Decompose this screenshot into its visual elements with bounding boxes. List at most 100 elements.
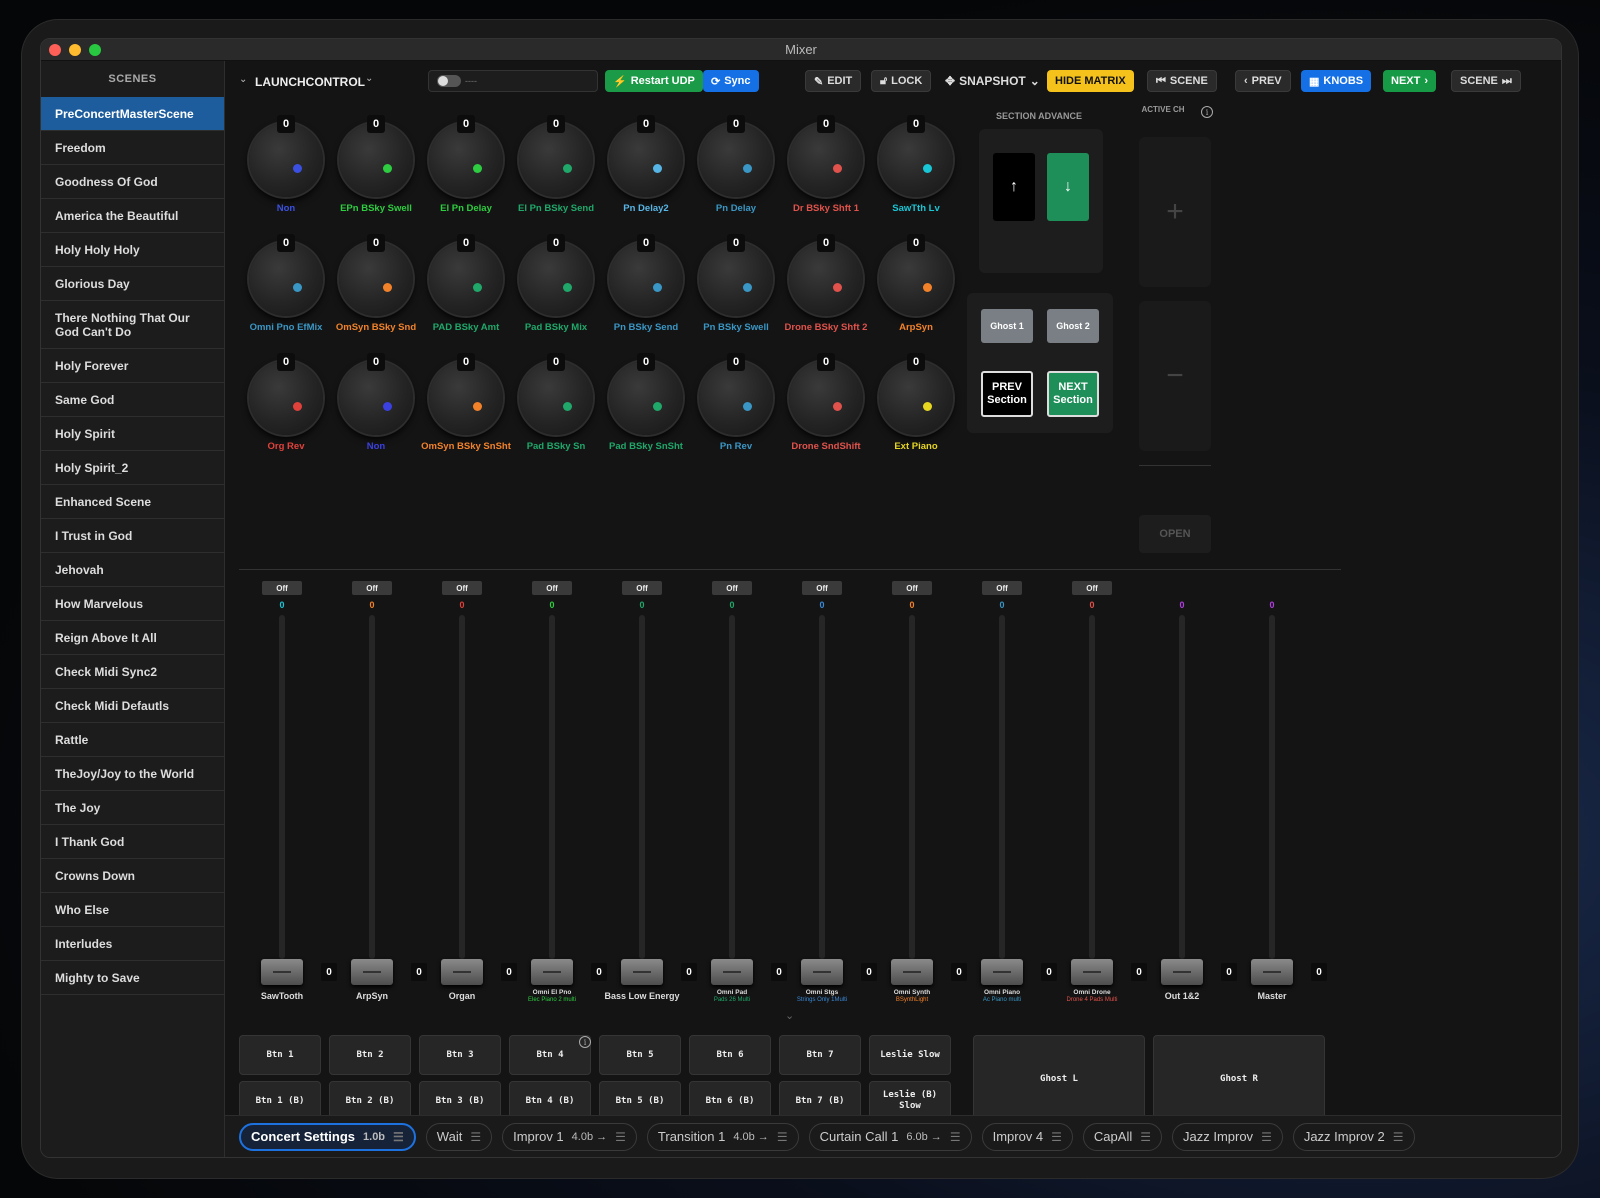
fader-thumb[interactable]	[1071, 959, 1113, 985]
controller-dropdown-icon[interactable]: ⌄	[365, 73, 373, 84]
knob[interactable]	[339, 242, 413, 316]
fader-track[interactable]	[909, 615, 915, 959]
fader-track[interactable]	[549, 615, 555, 959]
knob[interactable]	[519, 361, 593, 435]
fader-thumb[interactable]	[1251, 959, 1293, 985]
prev-button[interactable]: ‹ PREV	[1235, 70, 1291, 92]
fader-track[interactable]	[1089, 615, 1095, 959]
lock-button[interactable]: 🔓︎ LOCK	[871, 70, 932, 92]
scene-item[interactable]: PreConcertMasterScene	[41, 97, 224, 131]
knob[interactable]	[339, 123, 413, 197]
fader-track[interactable]	[729, 615, 735, 959]
mute-toggle-button[interactable]: Off	[262, 581, 302, 595]
pad-button[interactable]: Btn 7	[779, 1035, 861, 1075]
scene-item[interactable]: Same God	[41, 383, 224, 417]
fader-thumb[interactable]	[351, 959, 393, 985]
next-section-button[interactable]: NEXT Section	[1047, 371, 1099, 417]
scene-item[interactable]: I Trust in God	[41, 519, 224, 553]
drag-handle-icon[interactable]: ☰	[1261, 1130, 1272, 1144]
scene-item[interactable]: Holy Spirit	[41, 417, 224, 451]
close-window-button[interactable]	[49, 44, 61, 56]
knob[interactable]	[429, 123, 503, 197]
section-pill[interactable]: Wait ☰	[425, 1122, 493, 1151]
fader-track[interactable]	[459, 615, 465, 959]
section-up-button[interactable]: ↑	[993, 153, 1035, 221]
fader-thumb[interactable]	[711, 959, 753, 985]
scene-item[interactable]: The Joy	[41, 791, 224, 825]
scene-item[interactable]: How Marvelous	[41, 587, 224, 621]
zoom-window-button[interactable]	[89, 44, 101, 56]
ghost-2-button[interactable]: Ghost 2	[1047, 309, 1099, 343]
mute-toggle-button[interactable]: Off	[622, 581, 662, 595]
edit-button[interactable]: ✎ EDIT	[805, 70, 862, 92]
knob[interactable]	[789, 361, 863, 435]
fader-track[interactable]	[1179, 615, 1185, 959]
scene-item[interactable]: Holy Forever	[41, 349, 224, 383]
expand-chevron-icon[interactable]: ⌄	[785, 1009, 794, 1022]
knob[interactable]	[519, 242, 593, 316]
scene-item[interactable]: Mighty to Save	[41, 961, 224, 995]
fader-thumb[interactable]	[891, 959, 933, 985]
scene-item[interactable]: Interludes	[41, 927, 224, 961]
fader-track[interactable]	[1269, 615, 1275, 959]
knob[interactable]	[519, 123, 593, 197]
drag-handle-icon[interactable]: ☰	[470, 1130, 481, 1144]
mute-toggle-button[interactable]: Off	[442, 581, 482, 595]
section-pill[interactable]: Jazz Improv ☰	[1171, 1122, 1283, 1151]
mute-toggle-button[interactable]: Off	[892, 581, 932, 595]
knob[interactable]	[879, 242, 953, 316]
mute-toggle-button[interactable]: Off	[532, 581, 572, 595]
open-button[interactable]: OPEN	[1139, 515, 1211, 553]
next-button[interactable]: NEXT ›	[1383, 70, 1437, 92]
fader-track[interactable]	[639, 615, 645, 959]
knob[interactable]	[609, 123, 683, 197]
fader-thumb[interactable]	[261, 959, 303, 985]
fader-thumb[interactable]	[531, 959, 573, 985]
fader-thumb[interactable]	[621, 959, 663, 985]
knob[interactable]	[429, 361, 503, 435]
knob[interactable]	[249, 123, 323, 197]
section-down-button[interactable]: ↓	[1047, 153, 1089, 221]
info-icon[interactable]: i	[1201, 106, 1213, 118]
btn-4-info-icon[interactable]: i	[579, 1036, 591, 1048]
ghost-1-button[interactable]: Ghost 1	[981, 309, 1033, 343]
scene-item[interactable]: Enhanced Scene	[41, 485, 224, 519]
drag-handle-icon[interactable]: ☰	[1140, 1130, 1151, 1144]
fader-thumb[interactable]	[441, 959, 483, 985]
knob[interactable]	[249, 242, 323, 316]
scene-item[interactable]: TheJoy/Joy to the World	[41, 757, 224, 791]
scene-item[interactable]: There Nothing That Our God Can't Do	[41, 301, 224, 349]
scene-item[interactable]: Freedom	[41, 131, 224, 165]
section-pill[interactable]: Curtain Call 1 6.0b → ☰	[808, 1122, 972, 1151]
scene-item[interactable]: I Thank God	[41, 825, 224, 859]
chevron-down-icon[interactable]: ⌄	[239, 74, 247, 85]
hide-matrix-button[interactable]: HIDE MATRIX	[1047, 70, 1134, 92]
section-pill[interactable]: Improv 4 ☰	[981, 1122, 1073, 1151]
mute-toggle-button[interactable]: Off	[982, 581, 1022, 595]
fader-track[interactable]	[819, 615, 825, 959]
snapshot-button[interactable]: ✥ SNAPSHOT ⌄	[937, 70, 1048, 92]
pad-button[interactable]: Btn 5	[599, 1035, 681, 1075]
section-pill[interactable]: Transition 1 4.0b → ☰	[646, 1122, 799, 1151]
mute-toggle-button[interactable]: Off	[1072, 581, 1112, 595]
scene-item[interactable]: Reign Above It All	[41, 621, 224, 655]
knob[interactable]	[879, 361, 953, 435]
fader-track[interactable]	[369, 615, 375, 959]
pad-button[interactable]: Btn 2	[329, 1035, 411, 1075]
drag-handle-icon[interactable]: ☰	[1393, 1130, 1404, 1144]
section-pill[interactable]: Concert Settings 1.0b ☰	[239, 1122, 416, 1151]
knobs-button[interactable]: ▦ KNOBS	[1301, 70, 1372, 92]
knob[interactable]	[789, 242, 863, 316]
scene-item[interactable]: Who Else	[41, 893, 224, 927]
scene-item[interactable]: Glorious Day	[41, 267, 224, 301]
prev-scene-button[interactable]: ⏮ SCENE	[1147, 70, 1217, 92]
fader-thumb[interactable]	[801, 959, 843, 985]
section-pill[interactable]: Jazz Improv 2 ☰	[1292, 1122, 1415, 1151]
controller-name[interactable]: LAUNCHCONTROL	[255, 75, 365, 89]
mute-toggle-button[interactable]: Off	[712, 581, 752, 595]
knob[interactable]	[699, 123, 773, 197]
fader-track[interactable]	[279, 615, 285, 959]
mute-toggle-button[interactable]: Off	[352, 581, 392, 595]
ghost-r-button[interactable]: Ghost R	[1153, 1035, 1325, 1123]
next-scene-button[interactable]: SCENE ⏭	[1451, 70, 1521, 92]
